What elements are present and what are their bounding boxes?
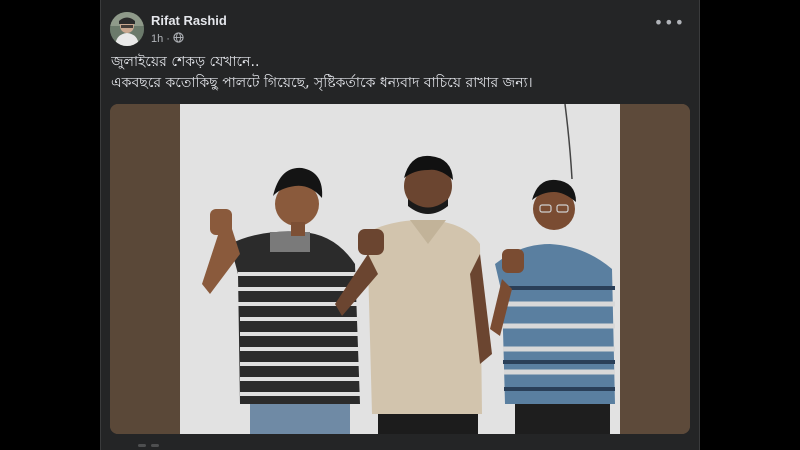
author-name[interactable]: Rifat Rashid xyxy=(151,13,227,28)
post-timestamp[interactable]: 1h xyxy=(151,33,163,45)
post-footer xyxy=(101,434,699,450)
post-meta: 1h · xyxy=(151,32,184,46)
caption-line: জুলাইয়ের শেকড় যেখানে.. xyxy=(111,54,260,70)
post-photo[interactable] xyxy=(110,104,690,434)
caption-line: একবছরে কতোকিছু পালটে গিয়েছে, সৃষ্টিকর্ত… xyxy=(111,75,533,91)
globe-icon xyxy=(173,32,184,46)
post-caption: জুলাইয়ের শেকড় যেখানে.. একবছরে কতোকিছু … xyxy=(111,52,681,94)
facebook-post: Rifat Rashid 1h · ••• জুলাইয়ের শেকড় যে… xyxy=(100,0,700,450)
more-options-icon[interactable]: ••• xyxy=(654,15,685,31)
author-avatar[interactable] xyxy=(110,12,144,46)
